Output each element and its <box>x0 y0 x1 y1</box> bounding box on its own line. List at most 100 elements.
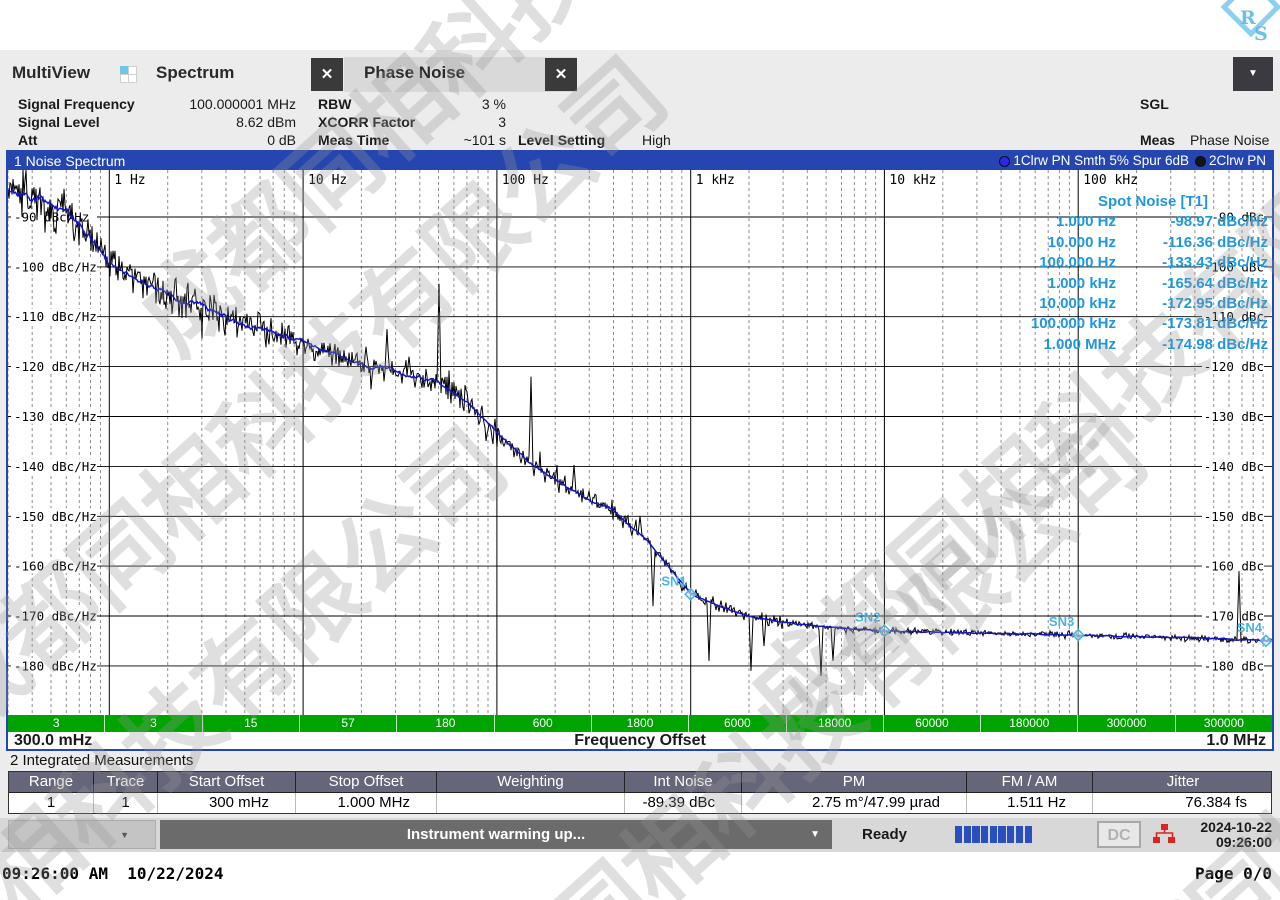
measurement-range-bar: 3315571806001800600018000600001800003000… <box>8 715 1272 732</box>
svg-text:-110 dBc/Hz: -110 dBc/Hz <box>14 309 97 324</box>
range-segment: 600 <box>495 715 592 732</box>
trace-legend-item[interactable]: 1Clrw PN Smth 5% Spur 6dB <box>999 152 1189 170</box>
x-axis-footer: 300.0 mHz Frequency Offset 1.0 MHz <box>8 732 1272 749</box>
progress-segment <box>955 826 962 843</box>
trace-marker-icon <box>999 156 1010 167</box>
rbw-value: 3 % <box>482 96 506 112</box>
svg-text:-120 dBc/Hz: -120 dBc/Hz <box>14 359 97 374</box>
range-segment: 180 <box>397 715 494 732</box>
status-selector[interactable]: ▼ <box>8 820 156 849</box>
svg-text:-100 dBc: -100 dBc <box>1204 259 1264 274</box>
status-message[interactable]: Instrument warming up... ▼ <box>160 820 832 849</box>
multiview-grid-icon <box>120 66 137 83</box>
table-cell: 1 <box>94 793 158 813</box>
tab-phase-noise[interactable]: Phase Noise ✕ <box>344 57 577 92</box>
svg-text:-160 dBc/Hz: -160 dBc/Hz <box>14 559 97 574</box>
svg-text:10 Hz: 10 Hz <box>308 173 347 188</box>
integrated-measurements-title: 2 Integrated Measurements <box>10 752 193 769</box>
page-number: Page 0/0 <box>1195 864 1272 883</box>
svg-text:SN2: SN2 <box>855 610 880 625</box>
close-phase-noise-icon[interactable]: ✕ <box>545 58 577 91</box>
trace-legend: 1Clrw PN Smth 5% Spur 6dB 2Clrw PN <box>999 152 1266 170</box>
status-message-text: Instrument warming up... <box>407 826 585 843</box>
svg-text:1 kHz: 1 kHz <box>696 173 735 188</box>
att-value: 0 dB <box>267 132 296 148</box>
table-header-cell: Trace <box>94 772 158 792</box>
x-axis-label: Frequency Offset <box>8 732 1272 750</box>
tab-phase-noise-label: Phase Noise <box>364 63 465 83</box>
table-header-cell: FM / AM <box>967 772 1093 792</box>
svg-text:SN1: SN1 <box>661 573 686 588</box>
svg-text:10 kHz: 10 kHz <box>889 173 936 188</box>
signal-level-value: 8.62 dBm <box>236 114 296 130</box>
range-segment: 3 <box>8 715 105 732</box>
chevron-down-icon: ▼ <box>120 830 129 840</box>
progress-segment <box>972 826 979 843</box>
table-row[interactable]: 11300 mHz1.000 MHz-89.39 dBc2.75 m°/47.9… <box>9 793 1271 813</box>
table-header-cell: Start Offset <box>158 772 296 792</box>
trace-legend-label: 1Clrw PN Smth 5% Spur 6dB <box>1013 152 1189 170</box>
level-setting-value: High <box>642 132 671 148</box>
progress-segment <box>1016 826 1023 843</box>
svg-text:-180 dBc: -180 dBc <box>1204 658 1264 673</box>
att-label: Att <box>18 132 37 148</box>
table-header-row: RangeTraceStart OffsetStop OffsetWeighti… <box>9 772 1271 793</box>
range-segment: 1800 <box>592 715 689 732</box>
svg-text:-180 dBc/Hz: -180 dBc/Hz <box>14 658 97 673</box>
progress-segment <box>1007 826 1014 843</box>
table-header-cell: Jitter <box>1093 772 1273 792</box>
table-cell: 76.384 fs <box>1093 793 1273 813</box>
svg-text:-130 dBc: -130 dBc <box>1204 409 1264 424</box>
x-stop-label: 1.0 MHz <box>1206 732 1266 750</box>
table-header-cell: Weighting <box>437 772 625 792</box>
svg-text:1 Hz: 1 Hz <box>114 173 145 188</box>
sgl-badge: SGL <box>1140 96 1169 112</box>
table-header-cell: Int Noise <box>625 772 742 792</box>
ready-indicator: Ready <box>862 826 907 843</box>
table-cell <box>437 793 625 813</box>
svg-text:-100 dBc/Hz: -100 dBc/Hz <box>14 259 97 274</box>
table-cell: 1.000 MHz <box>296 793 437 813</box>
range-segment: 15 <box>203 715 300 732</box>
progress-segment <box>990 826 997 843</box>
progress-segment <box>1025 826 1032 843</box>
svg-text:-90 dBc: -90 dBc <box>1211 209 1264 224</box>
close-spectrum-icon[interactable]: ✕ <box>311 58 343 91</box>
noise-spectrum-title: 1 Noise Spectrum <box>14 152 125 170</box>
svg-text:SN4: SN4 <box>1237 620 1263 635</box>
svg-text:-170 dBc/Hz: -170 dBc/Hz <box>14 609 97 624</box>
tab-spectrum[interactable]: Spectrum <box>156 63 234 83</box>
rbw-label: RBW <box>318 96 351 112</box>
table-cell: 2.75 m°/47.99 µrad <box>742 793 967 813</box>
table-header-cell: Stop Offset <box>296 772 437 792</box>
trace-legend-item[interactable]: 2Clrw PN <box>1195 152 1266 170</box>
svg-text:-110 dBc: -110 dBc <box>1204 309 1264 324</box>
signal-level-label: Signal Level <box>18 114 100 130</box>
svg-text:-140 dBc: -140 dBc <box>1204 459 1264 474</box>
table-cell: 1 <box>9 793 94 813</box>
status-date: 2024-10-22 <box>1200 820 1272 835</box>
dc-coupling-button[interactable]: DC <box>1097 821 1141 848</box>
svg-text:-150 dBc: -150 dBc <box>1204 509 1264 524</box>
range-segment: 60000 <box>884 715 981 732</box>
tab-multiview[interactable]: MultiView <box>12 63 90 83</box>
progress-bar <box>955 826 1032 843</box>
table-cell: 300 mHz <box>158 793 296 813</box>
table-cell: -89.39 dBc <box>625 793 742 813</box>
range-segment: 18000 <box>787 715 884 732</box>
noise-spectrum-titlebar[interactable]: 1 Noise Spectrum 1Clrw PN Smth 5% Spur 6… <box>8 152 1272 170</box>
chevron-down-icon: ▼ <box>810 820 820 849</box>
range-segment: 3 <box>105 715 202 732</box>
svg-text:SN3: SN3 <box>1049 614 1074 629</box>
noise-chart-svg: 1 Hz10 Hz100 Hz1 kHz10 kHz100 kHz-90 dBc… <box>8 170 1272 715</box>
meas-label: Meas <box>1140 132 1175 148</box>
window-menu-dropdown-icon[interactable]: ▼ <box>1233 57 1273 91</box>
status-time: 09:26:00 <box>1200 835 1272 850</box>
range-segment: 300000 <box>1176 715 1272 732</box>
signal-frequency-label: Signal Frequency <box>18 96 135 112</box>
level-setting-label: Level Setting <box>518 132 605 148</box>
noise-spectrum-plot: 1 Hz10 Hz100 Hz1 kHz10 kHz100 kHz-90 dBc… <box>8 170 1272 715</box>
status-datetime: 2024-10-22 09:26:00 <box>1200 820 1272 850</box>
svg-text:R: R <box>1240 7 1256 29</box>
range-segment: 300000 <box>1078 715 1175 732</box>
